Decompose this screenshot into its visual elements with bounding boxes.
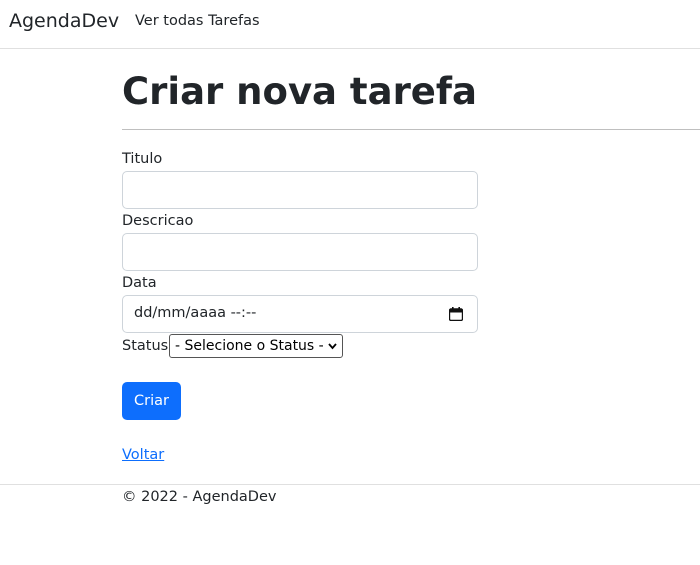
status-select-value: - Selecione o Status - bbox=[175, 338, 324, 354]
data-input[interactable]: dd/mm/aaaa --:-- bbox=[122, 295, 478, 333]
page-title: Criar nova tarefa bbox=[122, 70, 477, 113]
footer-divider bbox=[0, 484, 700, 485]
status-select[interactable]: - Selecione o Status - bbox=[169, 334, 343, 358]
status-label: Status bbox=[122, 338, 169, 354]
chevron-down-icon bbox=[328, 343, 337, 350]
calendar-icon[interactable] bbox=[449, 307, 463, 321]
titulo-label: Titulo bbox=[122, 151, 163, 167]
nav-link-all-tasks[interactable]: Ver todas Tarefas bbox=[135, 13, 260, 29]
descricao-input[interactable] bbox=[122, 233, 478, 271]
descricao-label: Descricao bbox=[122, 213, 194, 229]
data-label: Data bbox=[122, 275, 157, 291]
footer-copyright: © 2022 - AgendaDev bbox=[122, 489, 277, 505]
data-input-value: dd/mm/aaaa --:-- bbox=[134, 305, 257, 321]
criar-button[interactable]: Criar bbox=[122, 382, 181, 420]
divider bbox=[122, 129, 700, 130]
brand-link[interactable]: AgendaDev bbox=[9, 10, 119, 32]
titulo-input[interactable] bbox=[122, 171, 478, 209]
navbar: AgendaDev Ver todas Tarefas bbox=[0, 0, 700, 49]
voltar-link[interactable]: Voltar bbox=[122, 447, 164, 463]
